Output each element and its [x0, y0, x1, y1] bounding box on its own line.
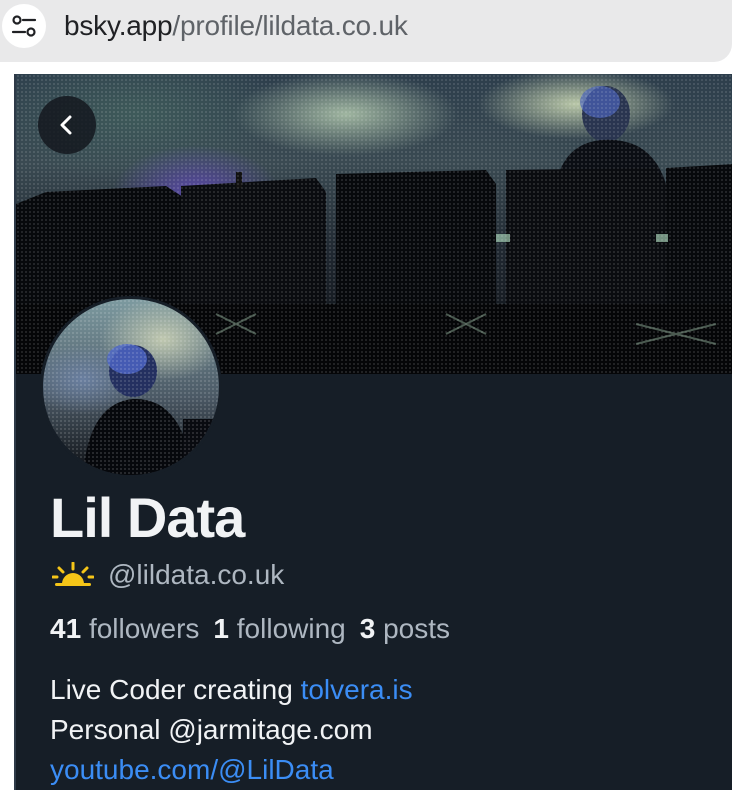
browser-url-bar[interactable]: bsky.app/profile/lildata.co.uk [0, 0, 732, 62]
posts-count: 3 [359, 613, 376, 644]
profile-stats: 41 followers 1 following 3 posts [50, 612, 450, 646]
following-count: 1 [213, 613, 229, 644]
following-label: following [236, 613, 346, 644]
avatar[interactable] [40, 296, 222, 478]
followers-count: 41 [50, 613, 82, 644]
profile-bio: Live Coder creating tolvera.is Personal … [50, 670, 413, 790]
display-name: Lil Data [50, 486, 245, 549]
tune-icon [11, 15, 37, 37]
bio-line-1: Live Coder creating tolvera.is [50, 670, 413, 710]
page: Lil Data @lildata.co.uk 41 followers 1 fo… [0, 74, 732, 790]
following-link[interactable]: 1 following [213, 613, 345, 644]
posts-stat: 3 posts [360, 613, 450, 644]
chevron-left-icon [60, 115, 72, 135]
posts-label: posts [383, 613, 451, 644]
sun-icon [52, 562, 94, 586]
followers-label: followers [88, 613, 200, 644]
bio-line-2: Personal @jarmitage.com [50, 714, 373, 745]
followers-link[interactable]: 41 followers [50, 613, 199, 644]
profile-handle: @lildata.co.uk [108, 559, 285, 590]
avatar-silhouette [83, 344, 213, 475]
url-host: bsky.app [64, 10, 173, 41]
url-path: /profile/lildata.co.uk [172, 10, 408, 41]
bio-link-youtube[interactable]: youtube.com/@LilData [50, 750, 413, 790]
site-settings-button[interactable] [2, 4, 46, 48]
bio-link-tolvera[interactable]: tolvera.is [301, 674, 413, 705]
url-text[interactable]: bsky.app/profile/lildata.co.uk [64, 10, 408, 42]
bio-text-1: Live Coder creating [50, 674, 301, 705]
back-button[interactable] [38, 96, 96, 154]
profile-content: Lil Data @lildata.co.uk 41 followers 1 fo… [14, 74, 732, 790]
